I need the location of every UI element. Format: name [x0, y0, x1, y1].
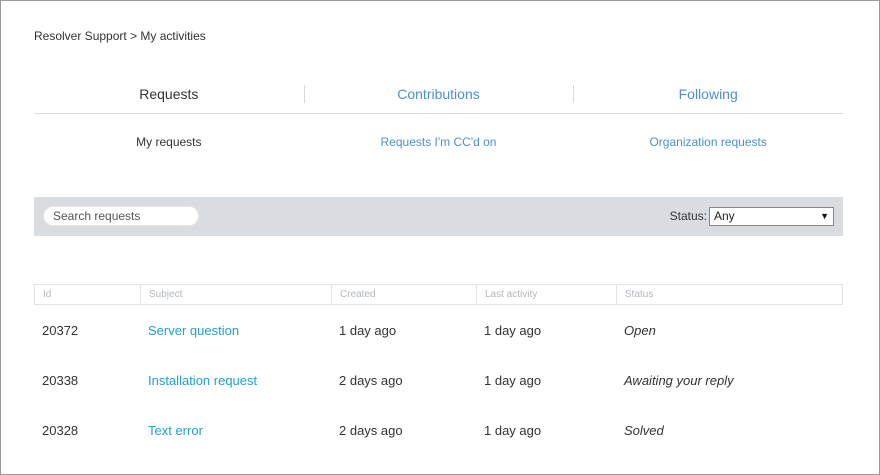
subtab-my-requests[interactable]: My requests: [34, 133, 304, 153]
search-box: [43, 206, 199, 226]
table-header: Id Subject Created Last activity Status: [34, 284, 843, 305]
tab-following[interactable]: Following: [573, 81, 843, 113]
column-header-created[interactable]: Created: [332, 285, 477, 304]
status-filter: Status: Any ▼: [670, 206, 834, 226]
request-last-activity: 1 day ago: [484, 422, 542, 438]
request-status: Awaiting your reply: [624, 372, 734, 388]
main-tabs: Requests Contributions Following: [34, 81, 843, 114]
subtab-organization-requests[interactable]: Organization requests: [573, 133, 843, 153]
search-input[interactable]: [53, 209, 193, 223]
request-last-activity: 1 day ago: [484, 322, 542, 338]
request-created: 2 days ago: [339, 422, 403, 438]
table-row: 20372 Server question 1 day ago 1 day ag…: [34, 305, 843, 355]
column-header-status[interactable]: Status: [617, 285, 842, 304]
request-id: 20338: [42, 372, 79, 388]
request-id: 20372: [42, 322, 79, 338]
table-row: 20338 Installation request 2 days ago 1 …: [34, 355, 843, 405]
tab-requests[interactable]: Requests: [34, 81, 304, 113]
request-subject-link[interactable]: Server question: [140, 323, 331, 338]
status-select-value: Any: [714, 208, 735, 223]
breadcrumb-home-link[interactable]: Resolver Support: [34, 29, 127, 43]
request-subject-link[interactable]: Installation request: [140, 373, 331, 388]
page-frame: Resolver Support > My activities Request…: [0, 0, 880, 475]
subtab-cc-requests[interactable]: Requests I'm CC'd on: [304, 133, 574, 153]
request-status: Solved: [624, 422, 664, 438]
request-id: 20328: [42, 422, 79, 438]
status-filter-label: Status:: [669, 209, 707, 223]
request-created: 1 day ago: [339, 322, 397, 338]
sub-tabs: My requests Requests I'm CC'd on Organiz…: [34, 133, 843, 153]
column-header-last-activity[interactable]: Last activity: [477, 285, 617, 304]
breadcrumb-separator: >: [130, 29, 138, 43]
filter-bar: Status: Any ▼: [34, 197, 843, 236]
status-select[interactable]: Any ▼: [709, 206, 834, 226]
request-subject-link[interactable]: Text error: [140, 423, 331, 438]
caret-down-icon: ▼: [820, 210, 829, 221]
request-status: Open: [624, 322, 656, 338]
request-last-activity: 1 day ago: [484, 372, 542, 388]
column-header-subject[interactable]: Subject: [141, 285, 332, 304]
breadcrumb: Resolver Support > My activities: [34, 29, 206, 43]
table-row: 20328 Text error 2 days ago 1 day ago So…: [34, 405, 843, 455]
column-header-id[interactable]: Id: [35, 285, 141, 304]
breadcrumb-current: My activities: [140, 29, 206, 43]
tab-contributions[interactable]: Contributions: [303, 81, 574, 113]
request-created: 2 days ago: [339, 372, 403, 388]
requests-table: Id Subject Created Last activity Status …: [34, 284, 843, 455]
